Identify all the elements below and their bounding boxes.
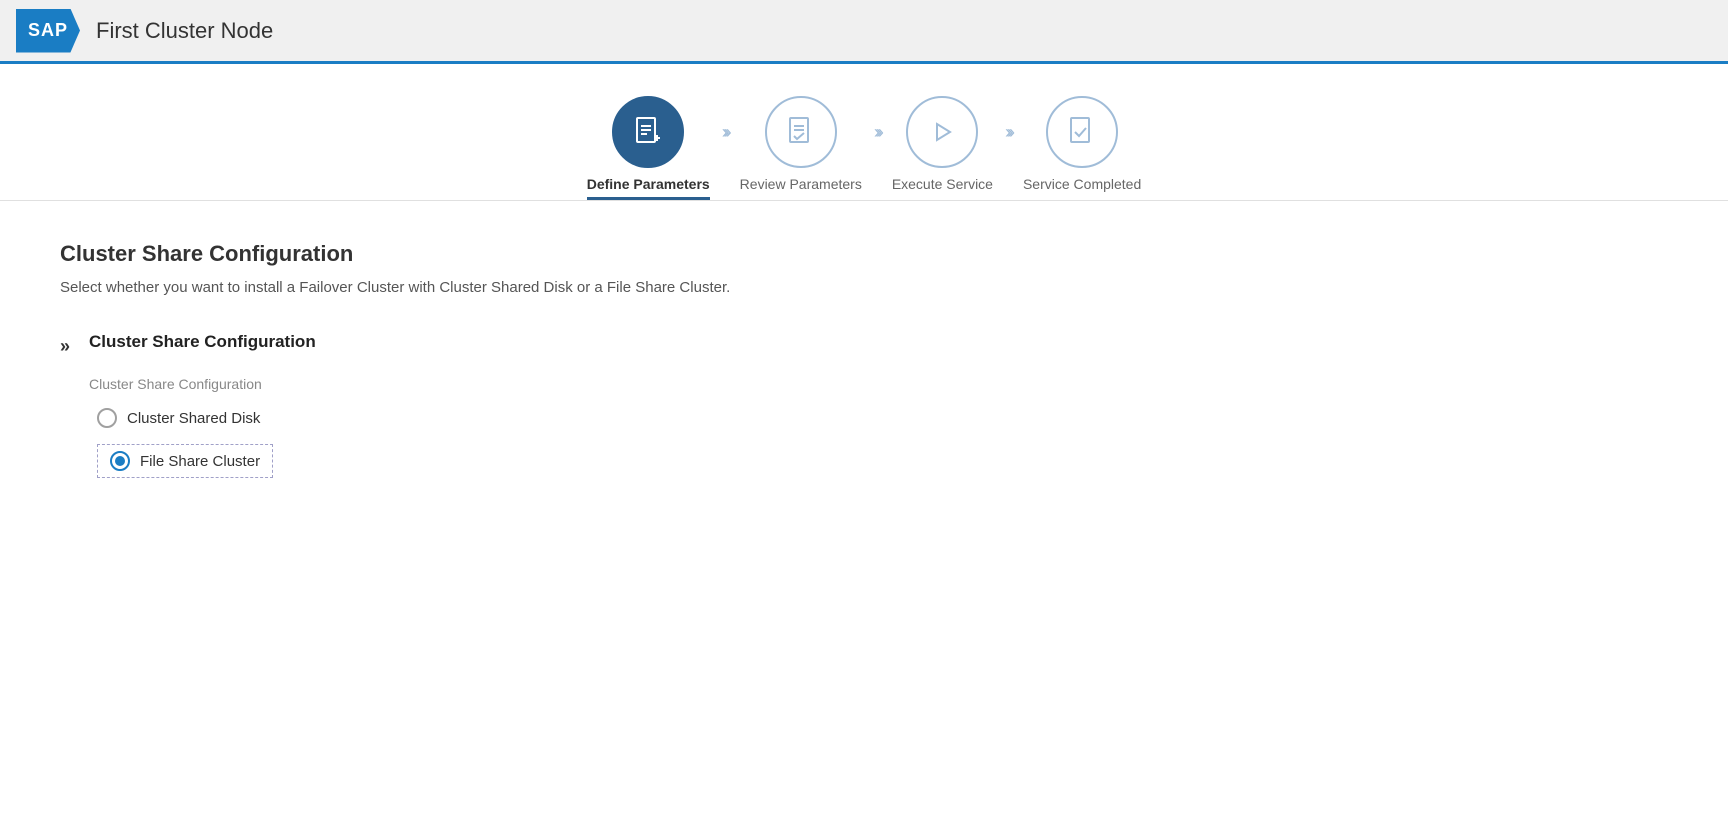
main-content: Define Parameters ››› Review Parameters … (0, 64, 1728, 836)
page-description: Select whether you want to install a Fai… (60, 279, 1668, 296)
config-field-label: Cluster Share Configuration (89, 376, 1668, 392)
step-circle-execute-service (906, 96, 978, 168)
page-content: Cluster Share Configuration Select wheth… (0, 201, 1728, 518)
step-separator-1: ››› (710, 122, 740, 175)
page-title: Cluster Share Configuration (60, 241, 1668, 267)
config-section: » Cluster Share Configuration Cluster Sh… (60, 332, 1668, 478)
app-title: First Cluster Node (96, 18, 273, 44)
step-circle-define-parameters (612, 96, 684, 168)
app-header: SAP First Cluster Node (0, 0, 1728, 64)
radio-item-cluster-shared-disk[interactable]: Cluster Shared Disk (97, 408, 1668, 428)
document-check-icon (783, 114, 819, 150)
config-section-title: Cluster Share Configuration (89, 332, 1668, 352)
document-add-icon (630, 114, 666, 150)
step-label-define-parameters: Define Parameters (587, 176, 710, 200)
step-service-completed[interactable]: Service Completed (1023, 96, 1141, 200)
step-execute-service[interactable]: Execute Service (892, 96, 993, 200)
radio-item-file-share-cluster[interactable]: File Share Cluster (97, 444, 273, 478)
radio-label-file-share-cluster: File Share Cluster (140, 453, 260, 470)
step-review-parameters[interactable]: Review Parameters (740, 96, 862, 200)
radio-button-file-share-cluster[interactable] (110, 451, 130, 471)
document-done-icon (1064, 114, 1100, 150)
step-separator-2: ››› (862, 122, 892, 175)
step-label-service-completed: Service Completed (1023, 176, 1141, 200)
radio-button-cluster-shared-disk[interactable] (97, 408, 117, 428)
step-label-execute-service: Execute Service (892, 176, 993, 200)
section-arrow-icon: » (60, 336, 65, 357)
radio-inner-dot (115, 456, 125, 466)
wizard-steps: Define Parameters ››› Review Parameters … (0, 64, 1728, 201)
step-label-review-parameters: Review Parameters (740, 176, 862, 200)
sap-logo-text: SAP (28, 20, 68, 41)
play-icon (924, 114, 960, 150)
step-circle-service-completed (1046, 96, 1118, 168)
step-define-parameters[interactable]: Define Parameters (587, 96, 710, 200)
step-separator-3: ››› (993, 122, 1023, 175)
step-circle-review-parameters (765, 96, 837, 168)
sap-logo: SAP (16, 9, 80, 53)
radio-group-cluster-share: Cluster Shared Disk File Share Cluster (97, 408, 1668, 478)
radio-label-cluster-shared-disk: Cluster Shared Disk (127, 410, 260, 427)
config-content: Cluster Share Configuration Cluster Shar… (89, 332, 1668, 478)
